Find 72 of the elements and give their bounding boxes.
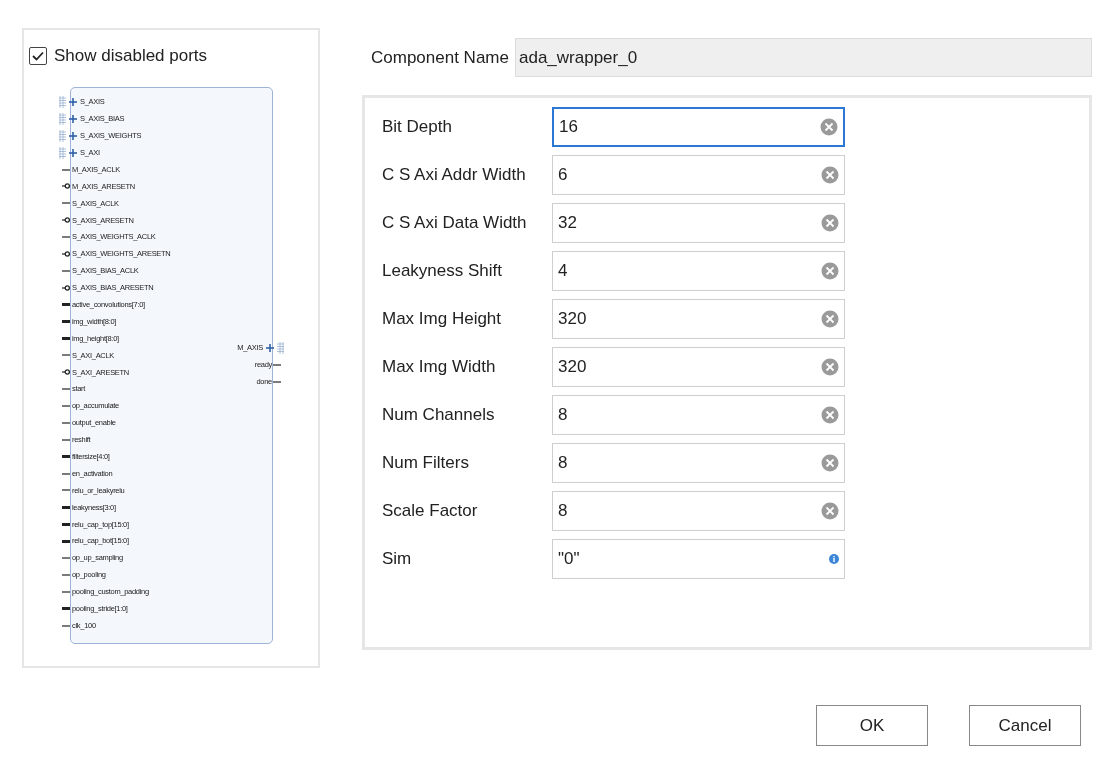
parameter-field[interactable]: "0"	[552, 539, 845, 579]
parameter-value: 8	[558, 452, 568, 475]
clear-icon[interactable]	[821, 502, 839, 520]
wire-pin-icon	[62, 404, 70, 407]
parameter-field[interactable]: 320	[552, 347, 845, 387]
parameter-value: 320	[558, 308, 587, 331]
parameter-field[interactable]: 8	[552, 395, 845, 435]
clear-icon[interactable]	[820, 118, 838, 136]
parameter-label: Sim	[382, 548, 413, 571]
clear-icon[interactable]	[821, 214, 839, 232]
parameter-field[interactable]: 6	[552, 155, 845, 195]
parameter-value: 16	[559, 116, 578, 139]
wire-pin-icon	[62, 557, 70, 559]
parameter-label: Num Channels	[382, 404, 496, 427]
bus-pin-icon	[62, 336, 70, 340]
wire-pin-icon	[62, 269, 70, 272]
parameter-field[interactable]: 4	[552, 251, 845, 291]
checkbox[interactable]	[29, 46, 47, 65]
wire-pin-icon	[62, 202, 70, 205]
parameter-label: Scale Factor	[382, 500, 479, 523]
bus-pin-icon	[62, 303, 70, 307]
parameter-value: 8	[558, 404, 568, 427]
info-icon[interactable]	[829, 554, 839, 564]
wire-pin-icon	[62, 354, 70, 357]
parameter-label: Num Filters	[382, 452, 470, 475]
parameter-value: 320	[558, 356, 587, 379]
parameter-field[interactable]: 8	[552, 443, 845, 483]
wire-pin-icon	[62, 489, 70, 492]
bus-pin-icon	[62, 539, 70, 543]
parameter-label: C S Axi Addr Width	[382, 164, 527, 187]
wire-pin-icon	[62, 388, 70, 391]
clear-icon[interactable]	[821, 310, 839, 328]
wire-pin-icon	[62, 438, 70, 441]
dialog-button[interactable]: OK	[816, 705, 928, 746]
parameter-label: Leakyness Shift	[382, 260, 503, 283]
parameter-field[interactable]: 32	[552, 203, 845, 243]
wire-pin-icon	[62, 624, 70, 627]
clear-icon[interactable]	[821, 358, 839, 376]
bus-pin-icon	[62, 522, 70, 526]
wire-pin-icon	[273, 363, 281, 366]
wire-pin-icon	[62, 472, 70, 475]
clear-icon[interactable]	[821, 166, 839, 184]
bus-pin-icon	[62, 320, 70, 323]
check-icon	[32, 50, 44, 61]
parameter-value: 4	[558, 260, 568, 283]
parameter-label: Bit Depth	[382, 116, 453, 139]
wire-pin-icon	[62, 573, 70, 576]
wire-pin-icon	[62, 590, 70, 593]
parameter-value: "0"	[558, 548, 580, 571]
bus-pin-icon	[62, 455, 70, 459]
clear-icon[interactable]	[821, 262, 839, 280]
parameter-field[interactable]: 8	[552, 491, 845, 531]
parameter-value: 6	[558, 164, 568, 187]
wire-pin-icon	[62, 421, 70, 424]
component-name-field[interactable]: ada_wrapper_0	[514, 38, 1092, 77]
wire-pin-icon	[273, 380, 281, 383]
checkbox-label: Show disabled ports	[54, 45, 208, 67]
parameter-label: Max Img Width	[382, 356, 497, 379]
parameter-label: C S Axi Data Width	[382, 212, 528, 235]
wire-pin-icon	[62, 168, 70, 171]
clear-icon[interactable]	[821, 406, 839, 424]
bus-pin-icon	[62, 505, 70, 509]
parameter-field[interactable]: 320	[552, 299, 845, 339]
parameter-field[interactable]: 16	[552, 107, 845, 147]
parameter-value: 32	[558, 212, 577, 235]
wire-pin-icon	[62, 236, 70, 239]
clear-icon[interactable]	[821, 454, 839, 472]
parameter-label: Max Img Height	[382, 308, 503, 331]
field-label: Component Name	[371, 46, 509, 69]
dialog-button[interactable]: Cancel	[969, 705, 1081, 746]
parameter-value: 8	[558, 500, 568, 523]
bus-pin-icon	[62, 607, 70, 611]
